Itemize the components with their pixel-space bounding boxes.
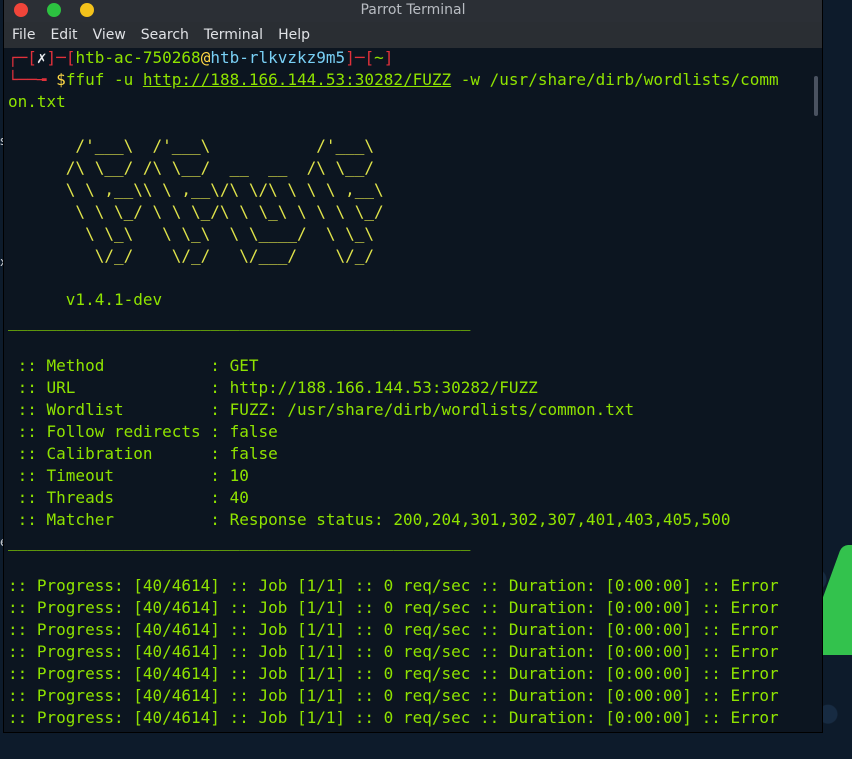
progress-line: :: Progress: [40/4614] :: Job [1/1] :: 0…: [8, 708, 779, 727]
terminal-window: Parrot Terminal File Edit View Search Te…: [4, 0, 822, 732]
option-url: :: URL : http://188.166.144.53:30282/FUZ…: [8, 378, 538, 397]
scrollbar-thumb[interactable]: [814, 76, 818, 116]
banner-line: \ \ ,__\\ \ ,__\/\ \/\ \ \ \ ,__\: [8, 180, 384, 199]
command-wrap: on.txt: [8, 92, 66, 111]
prompt-line-1: ┌─[✗]─[htb-ac-750268@htb-rlkvzkz9m5]─[~]: [8, 48, 394, 67]
progress-line: :: Progress: [40/4614] :: Job [1/1] :: 0…: [8, 598, 779, 617]
banner-line: \ \_\ \ \_\ \ \____/ \ \_\: [8, 224, 375, 243]
option-matcher: :: Matcher : Response status: 200,204,30…: [8, 510, 731, 529]
option-timeout: :: Timeout : 10: [8, 466, 249, 485]
scrollbar[interactable]: [810, 48, 822, 732]
progress-line: :: Progress: [40/4614] :: Job [1/1] :: 0…: [8, 620, 779, 639]
menu-help[interactable]: Help: [278, 27, 310, 43]
progress-line: :: Progress: [40/4614] :: Job [1/1] :: 0…: [8, 642, 779, 661]
version-text: v1.4.1-dev: [8, 290, 163, 309]
banner-line: \ \ \_/ \ \ \_/\ \ \_\ \ \ \ \_/: [8, 202, 384, 221]
prompt-line-2: └──╼ $ffuf -u http://188.166.144.53:3028…: [8, 70, 779, 89]
progress-line: :: Progress: [40/4614] :: Job [1/1] :: 0…: [8, 576, 779, 595]
option-method: :: Method : GET: [8, 356, 259, 375]
option-wordlist: :: Wordlist : FUZZ: /usr/share/dirb/word…: [8, 400, 635, 419]
url-link[interactable]: http://188.166.144.53:30282/FUZZ: [143, 70, 451, 89]
menu-terminal[interactable]: Terminal: [204, 27, 263, 43]
menu-search[interactable]: Search: [141, 27, 189, 43]
title-bar[interactable]: Parrot Terminal: [4, 0, 822, 22]
window-title: Parrot Terminal: [360, 2, 466, 18]
menu-file[interactable]: File: [12, 27, 35, 43]
separator-line: ________________________________________…: [8, 532, 471, 551]
progress-line: :: Progress: [40/4614] :: Job [1/1] :: 0…: [8, 686, 779, 705]
option-threads: :: Threads : 40: [8, 488, 249, 507]
option-calibration: :: Calibration : false: [8, 444, 278, 463]
menu-bar: File Edit View Search Terminal Help: [4, 22, 822, 48]
progress-line: :: Progress: [40/4614] :: Job [1/1] :: 0…: [8, 664, 779, 683]
terminal-output[interactable]: ┌─[✗]─[htb-ac-750268@htb-rlkvzkz9m5]─[~]…: [4, 48, 810, 732]
menu-view[interactable]: View: [93, 27, 126, 43]
banner-line: /\ \__/ /\ \__/ __ __ /\ \__/: [8, 158, 375, 177]
banner-line: /'___\ /'___\ /'___\: [8, 136, 375, 155]
option-follow-redirects: :: Follow redirects : false: [8, 422, 278, 441]
menu-edit[interactable]: Edit: [50, 27, 77, 43]
banner-line: \/_/ \/_/ \/___/ \/_/: [8, 246, 375, 265]
separator-line: ________________________________________…: [8, 312, 471, 331]
